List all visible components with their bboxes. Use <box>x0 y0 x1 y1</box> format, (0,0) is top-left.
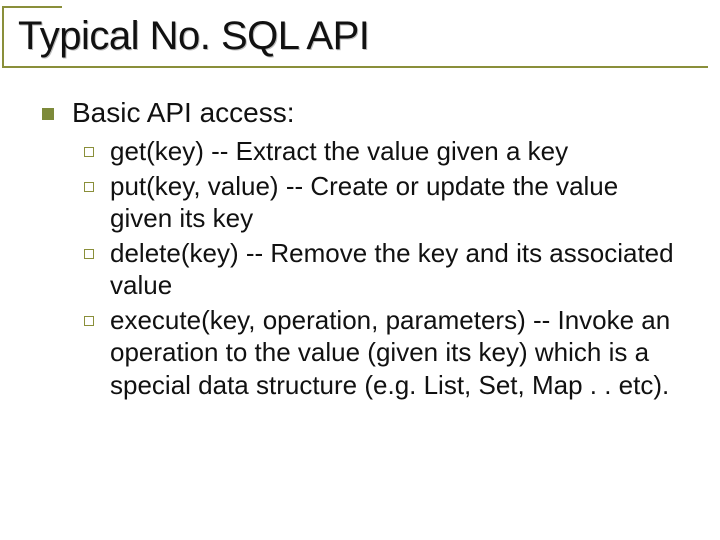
heading-text: Basic API access: <box>72 97 295 129</box>
hollow-square-bullet-icon <box>84 316 94 326</box>
list-item: execute(key, operation, parameters) -- I… <box>84 304 680 402</box>
item-text: execute(key, operation, parameters) -- I… <box>110 304 680 402</box>
slide-title: Typical No. SQL API <box>18 14 702 59</box>
hollow-square-bullet-icon <box>84 182 94 192</box>
list-item: put(key, value) -- Create or update the … <box>84 170 680 235</box>
item-text: delete(key) -- Remove the key and its as… <box>110 237 680 302</box>
title-rule-bottom <box>2 66 708 68</box>
bullet-level1: Basic API access: <box>42 97 680 129</box>
title-rule-top <box>2 6 62 8</box>
item-text: put(key, value) -- Create or update the … <box>110 170 680 235</box>
square-bullet-icon <box>42 108 54 120</box>
item-text: get(key) -- Extract the value given a ke… <box>110 135 568 168</box>
hollow-square-bullet-icon <box>84 147 94 157</box>
list-item: get(key) -- Extract the value given a ke… <box>84 135 680 168</box>
title-rule-left <box>2 6 4 68</box>
title-container: Typical No. SQL API Typical No. SQL API <box>0 0 720 67</box>
list-item: delete(key) -- Remove the key and its as… <box>84 237 680 302</box>
content-area: Basic API access: get(key) -- Extract th… <box>0 67 720 401</box>
hollow-square-bullet-icon <box>84 249 94 259</box>
